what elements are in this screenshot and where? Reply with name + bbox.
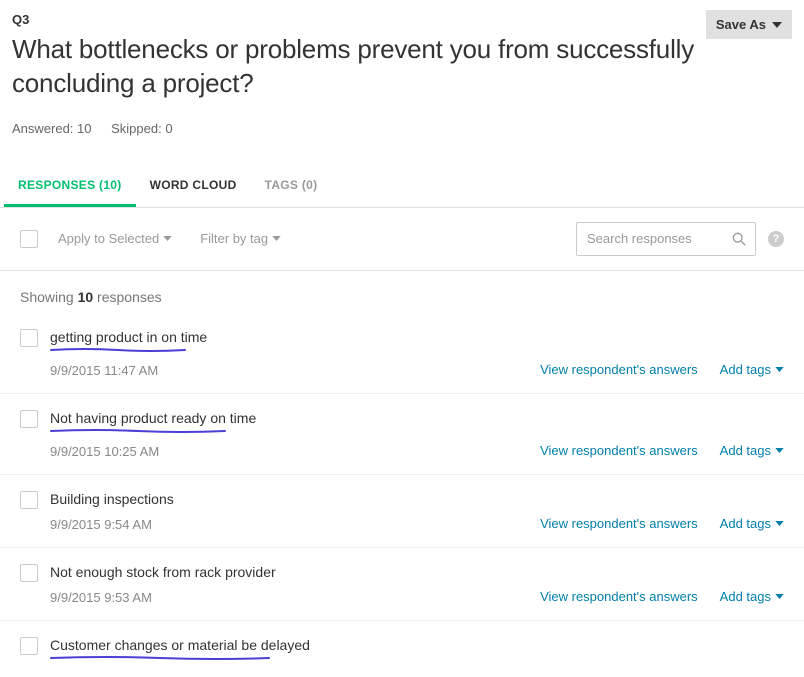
response-text: Not enough stock from rack provider — [50, 564, 784, 580]
chevron-down-icon — [772, 22, 782, 28]
save-as-button[interactable]: Save As — [706, 10, 792, 39]
add-tags-link[interactable]: Add tags — [720, 362, 784, 377]
tab-tags[interactable]: TAGS (0) — [251, 166, 332, 207]
view-respondent-answers-link[interactable]: View respondent's answers — [540, 589, 698, 604]
response-row: getting product in on time9/9/2015 11:47… — [0, 313, 804, 394]
tabs: RESPONSES (10) WORD CLOUD TAGS (0) — [0, 166, 804, 208]
response-checkbox[interactable] — [20, 491, 38, 509]
chevron-down-icon — [272, 236, 281, 241]
question-title: What bottlenecks or problems prevent you… — [12, 33, 792, 101]
response-checkbox[interactable] — [20, 329, 38, 347]
answered-count: Answered: 10 — [12, 121, 92, 136]
question-stats: Answered: 10 Skipped: 0 — [12, 121, 792, 136]
add-tags-link[interactable]: Add tags — [720, 516, 784, 531]
showing-count: Showing 10 responses — [0, 271, 804, 313]
search-input[interactable] — [576, 222, 756, 256]
response-row: Customer changes or material be delayed — [0, 621, 804, 677]
response-checkbox[interactable] — [20, 564, 38, 582]
add-tags-link[interactable]: Add tags — [720, 443, 784, 458]
response-checkbox[interactable] — [20, 410, 38, 428]
highlight-underline — [50, 428, 226, 434]
response-text: Building inspections — [50, 491, 784, 507]
chevron-down-icon — [163, 236, 172, 241]
response-row: Not having product ready on time9/9/2015… — [0, 394, 804, 475]
highlight-underline — [50, 347, 186, 353]
highlight-underline — [50, 655, 270, 661]
response-row: Not enough stock from rack provider9/9/2… — [0, 548, 804, 621]
view-respondent-answers-link[interactable]: View respondent's answers — [540, 362, 698, 377]
response-text: Not having product ready on time — [50, 410, 784, 426]
response-text: getting product in on time — [50, 329, 784, 345]
apply-to-selected-dropdown[interactable]: Apply to Selected — [58, 231, 172, 246]
response-text: Customer changes or material be delayed — [50, 637, 784, 653]
apply-to-selected-label: Apply to Selected — [58, 231, 159, 246]
view-respondent-answers-link[interactable]: View respondent's answers — [540, 443, 698, 458]
skipped-count: Skipped: 0 — [111, 121, 172, 136]
chevron-down-icon — [775, 367, 784, 372]
search-box — [576, 222, 756, 256]
filter-by-tag-dropdown[interactable]: Filter by tag — [200, 231, 281, 246]
tab-word-cloud[interactable]: WORD CLOUD — [136, 166, 251, 207]
select-all-checkbox[interactable] — [20, 230, 38, 248]
tab-responses[interactable]: RESPONSES (10) — [4, 166, 136, 207]
save-as-label: Save As — [716, 17, 766, 32]
responses-toolbar: Apply to Selected Filter by tag ? — [0, 208, 804, 271]
response-row: Building inspections9/9/2015 9:54 AMView… — [0, 475, 804, 548]
help-icon[interactable]: ? — [768, 231, 784, 247]
response-checkbox[interactable] — [20, 637, 38, 655]
add-tags-link[interactable]: Add tags — [720, 589, 784, 604]
question-number: Q3 — [12, 12, 792, 27]
chevron-down-icon — [775, 448, 784, 453]
chevron-down-icon — [775, 594, 784, 599]
view-respondent-answers-link[interactable]: View respondent's answers — [540, 516, 698, 531]
responses-list: getting product in on time9/9/2015 11:47… — [0, 313, 804, 677]
filter-by-tag-label: Filter by tag — [200, 231, 268, 246]
chevron-down-icon — [775, 521, 784, 526]
